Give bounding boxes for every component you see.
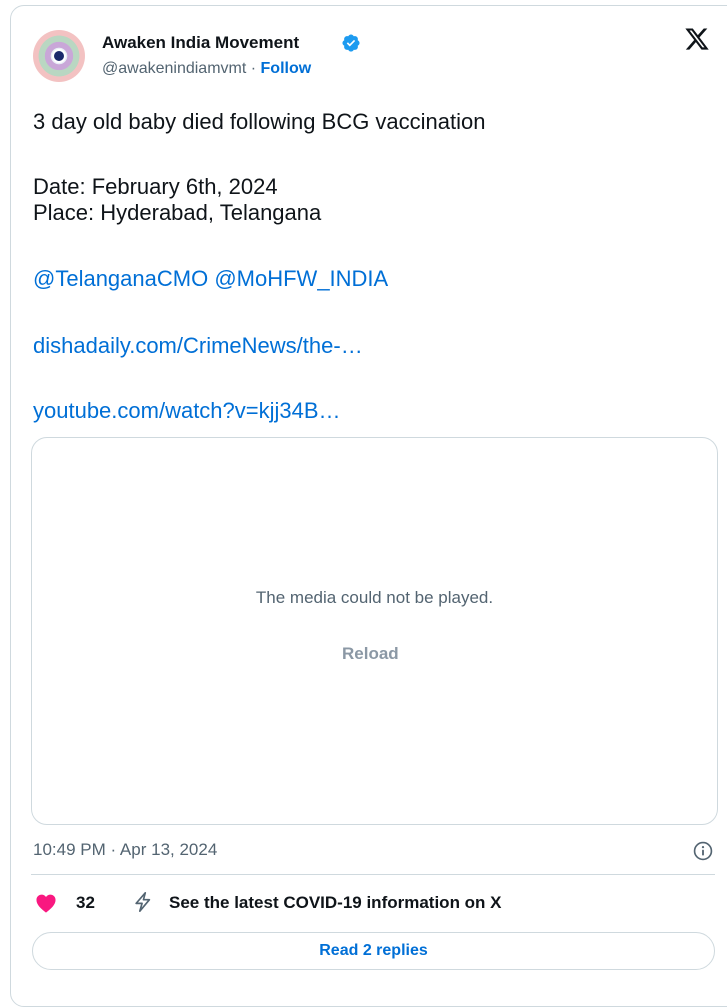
avatar[interactable] [33,30,85,82]
follow-button[interactable]: Follow [261,60,312,77]
tweet-mentions: @TelanganaCMO @MoHFW_INDIA [33,266,388,292]
mention-mohfw-india[interactable]: @MoHFW_INDIA [214,266,388,291]
link-dishadaily[interactable]: dishadaily.com/CrimeNews/the-… [33,333,363,359]
lightning-icon [135,892,151,912]
author-handle[interactable]: @awakenindiamvmt [102,60,246,77]
handle-row: @awakenindiamvmt · Follow [102,60,311,78]
avatar-center-dot [54,51,64,61]
divider [31,874,715,875]
info-icon[interactable] [692,840,714,862]
covid-info-link[interactable]: See the latest COVID-19 information on X [169,893,502,913]
read-replies-button[interactable]: Read 2 replies [32,932,715,970]
tweet-line-1: 3 day old baby died following BCG vaccin… [33,109,486,134]
tweet-timestamp[interactable]: 10:49 PM · Apr 13, 2024 [33,840,217,860]
author-name[interactable]: Awaken India Movement [102,33,299,53]
heart-icon[interactable] [35,893,57,913]
x-logo-icon[interactable] [684,26,710,52]
mention-telanganacmo[interactable]: @TelanganaCMO [33,266,208,291]
tweet-place-line: Place: Hyderabad, Telangana [33,200,322,225]
media-player[interactable]: The media could not be played. Reload [31,437,718,825]
verified-badge-icon [342,34,360,52]
handle-separator: · [250,60,257,77]
reload-button[interactable]: Reload [342,644,399,664]
media-error-message: The media could not be played. [255,588,494,607]
like-count[interactable]: 32 [76,893,95,913]
link-youtube[interactable]: youtube.com/watch?v=kjj34B… [33,398,341,424]
tweet-date-line: Date: February 6th, 2024 [33,174,278,199]
